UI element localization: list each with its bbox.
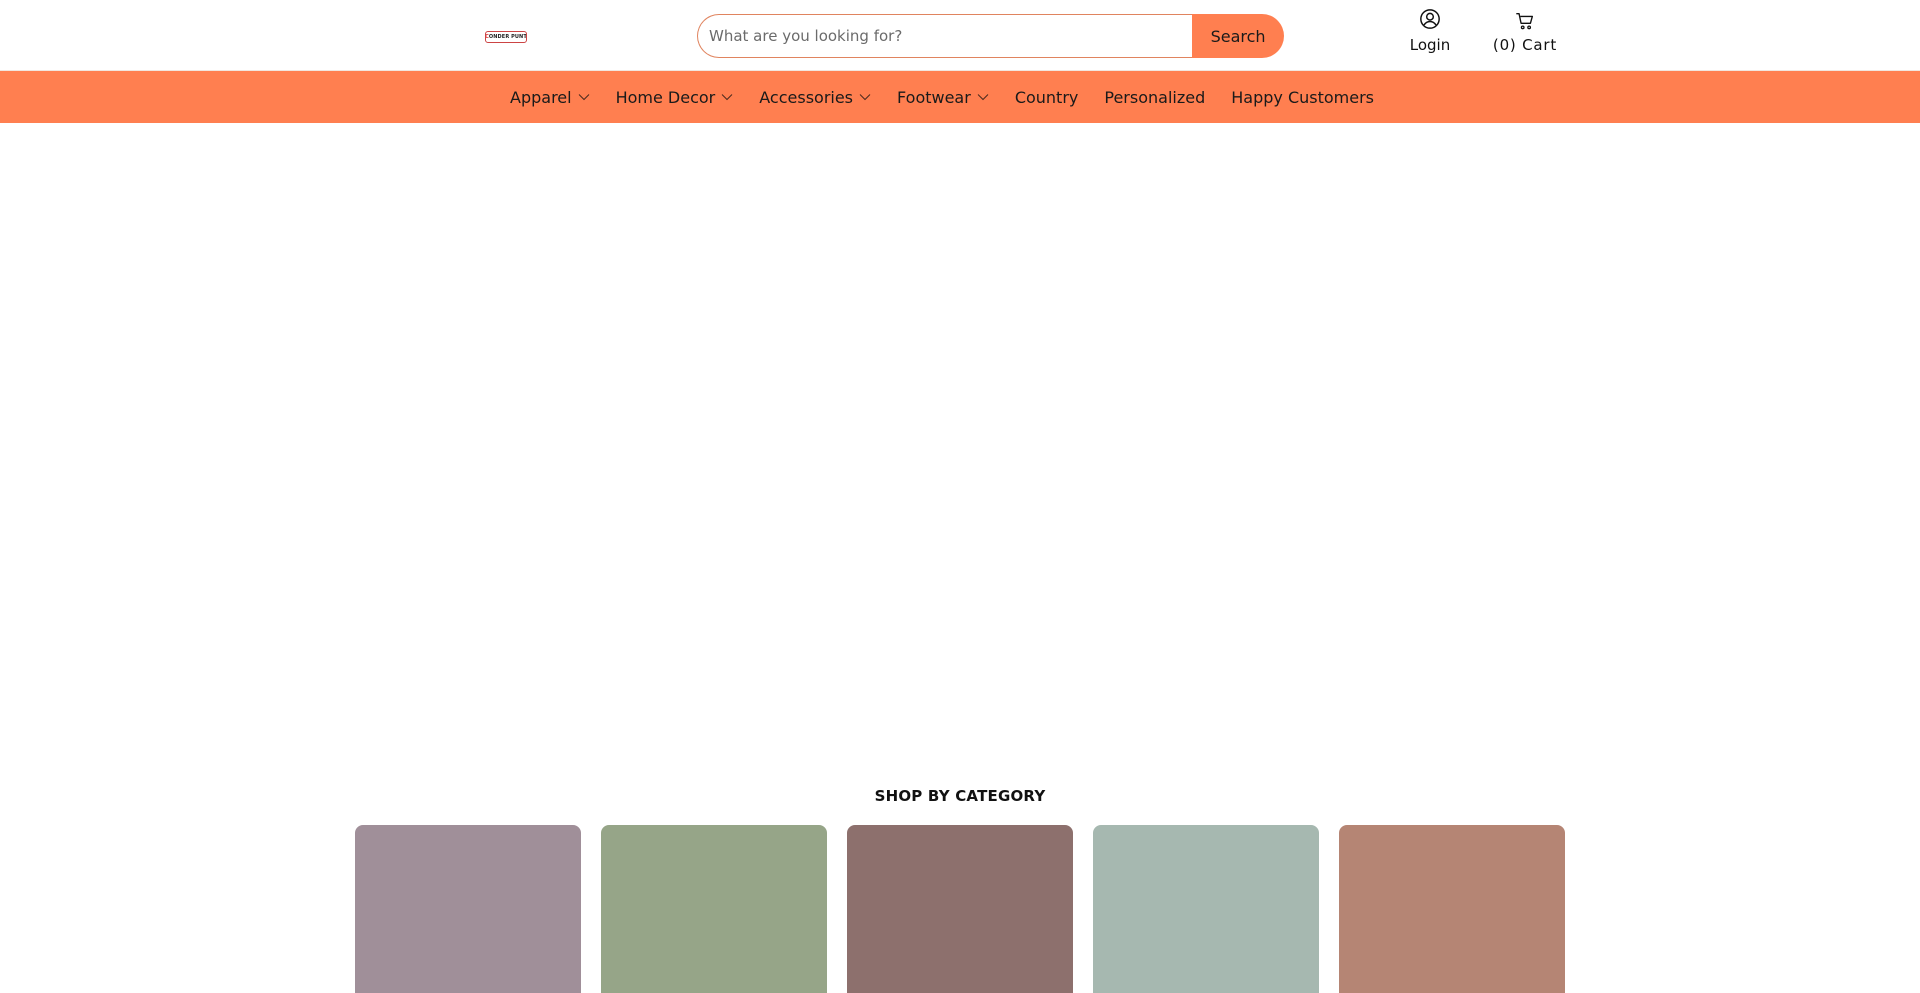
nav-item-label: Country <box>1014 87 1079 107</box>
nav-item-footwear[interactable]: Footwear <box>897 71 989 123</box>
nav-item-label: Happy Customers <box>1231 87 1374 107</box>
nav-item-label: Footwear <box>897 87 971 107</box>
nav-item-apparel[interactable]: Apparel <box>510 71 590 123</box>
category-card[interactable] <box>355 825 581 993</box>
chevron-down-icon <box>977 94 989 101</box>
login-link[interactable]: Login <box>1400 8 1460 60</box>
category-grid <box>355 825 1565 993</box>
main-nav: Apparel Home Decor Accessories Footwear … <box>0 71 1920 123</box>
cart-label: (0) Cart <box>1492 36 1558 54</box>
site-header: CONDER PUNT Search Login (0) Cart <box>0 0 1920 71</box>
nav-item-personalized[interactable]: Personalized <box>1104 71 1205 123</box>
chevron-down-icon <box>721 94 733 101</box>
section-title: SHOP BY CATEGORY <box>874 787 1046 805</box>
cart-link[interactable]: (0) Cart <box>1484 10 1566 60</box>
hero-banner-area <box>0 123 1920 763</box>
login-label: Login <box>1409 36 1451 54</box>
logo-text: CONDER PUNT <box>485 34 527 40</box>
cart-icon <box>1516 12 1534 30</box>
nav-item-home-decor[interactable]: Home Decor <box>616 71 734 123</box>
nav-item-country[interactable]: Country <box>1015 71 1079 123</box>
chevron-down-icon <box>859 94 871 101</box>
nav-item-label: Home Decor <box>615 87 716 107</box>
nav-item-label: Apparel <box>510 87 572 107</box>
category-card[interactable] <box>1093 825 1319 993</box>
search-input[interactable] <box>697 14 1193 58</box>
category-card[interactable] <box>601 825 827 993</box>
site-logo[interactable]: CONDER PUNT <box>485 31 527 43</box>
nav-item-accessories[interactable]: Accessories <box>759 71 871 123</box>
nav-item-happy-customers[interactable]: Happy Customers <box>1231 71 1374 123</box>
category-card[interactable] <box>847 825 1073 993</box>
nav-list: Apparel Home Decor Accessories Footwear … <box>510 71 1374 123</box>
category-card[interactable] <box>1339 825 1565 993</box>
chevron-down-icon <box>578 94 589 101</box>
user-circle-icon <box>1420 9 1440 29</box>
nav-item-label: Accessories <box>759 87 854 107</box>
search-button[interactable]: Search <box>1192 14 1284 58</box>
search-bar: Search <box>697 14 1284 58</box>
nav-item-label: Personalized <box>1104 87 1206 107</box>
